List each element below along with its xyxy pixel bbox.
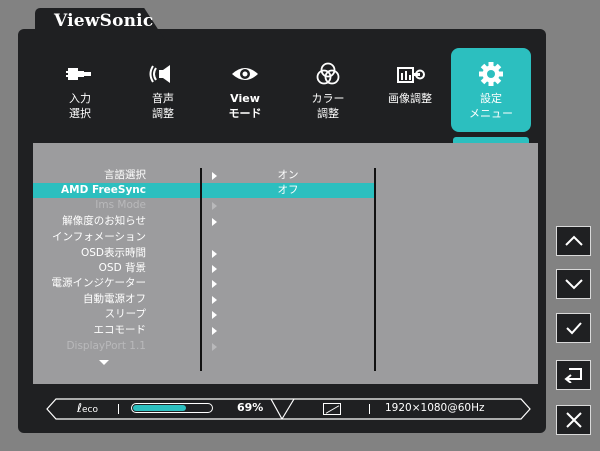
chevron-right-icon: [212, 327, 217, 335]
eco-progress-bar: [131, 403, 213, 413]
divider: [369, 404, 370, 414]
down-button[interactable]: [556, 269, 591, 299]
menu-item-language[interactable]: 言語選択: [33, 168, 217, 183]
chevron-right-icon: [212, 311, 217, 319]
column-divider: [200, 168, 202, 371]
resolution-readout: 1920×1080@60Hz: [385, 402, 485, 414]
tab-label: 音声 調整: [152, 92, 174, 120]
eco-progress-fill: [133, 405, 187, 411]
return-icon: [563, 368, 582, 383]
tab-label: カラー 調整: [311, 92, 345, 120]
tab-label: View モード: [228, 92, 262, 120]
option-label: オン: [277, 169, 299, 181]
menu-item-eco-mode[interactable]: エコモード: [33, 323, 217, 338]
tab-color-adjust[interactable]: カラー 調整: [288, 48, 368, 132]
eco-percent: 69%: [237, 401, 264, 414]
chevron-right-icon: [212, 296, 217, 304]
chevron-right-icon: [212, 280, 217, 288]
eye-icon: [205, 62, 285, 86]
chevron-down-icon: [564, 279, 583, 290]
tab-settings-menu[interactable]: 設定 メニュー: [451, 48, 531, 132]
image-adjust-icon: [370, 62, 450, 86]
tab-view-mode[interactable]: View モード: [205, 48, 285, 132]
chevron-right-icon: [212, 265, 217, 273]
close-button[interactable]: [556, 405, 591, 435]
eco-leaf-icon: ℓeco: [77, 401, 98, 415]
menu-item-sleep[interactable]: スリープ: [33, 307, 217, 322]
chevron-up-icon: [564, 235, 583, 246]
menu-item-auto-power-off[interactable]: 自動電源オフ: [33, 292, 217, 307]
divider: [118, 404, 119, 414]
chevron-right-icon: [212, 250, 217, 258]
menu-item-label: スリープ: [104, 308, 146, 320]
eco-label: eco: [81, 405, 98, 415]
menu-item-label: エコモード: [93, 324, 147, 336]
chevron-right-icon: [212, 202, 217, 210]
menu-item-label: 電源インジケーター: [51, 277, 147, 289]
menu-item-label: OSD 背景: [98, 262, 146, 274]
tab-label: 設定 メニュー: [469, 92, 513, 120]
tab-audio-adjust[interactable]: 音声 調整: [123, 48, 203, 132]
tab-label: 入力 選択: [69, 92, 91, 120]
menu-item-label: OSD表示時間: [80, 247, 146, 259]
menu-item-osd-background[interactable]: OSD 背景: [33, 261, 217, 276]
chevron-right-icon: [212, 218, 217, 226]
menu-item-label: 言語選択: [104, 169, 146, 181]
input-plug-icon: [40, 62, 120, 86]
option-on[interactable]: オン: [202, 168, 374, 183]
menu-item-label: AMD FreeSync: [61, 184, 146, 196]
close-icon: [565, 412, 582, 428]
check-icon: [565, 322, 582, 335]
menu-item-label: インフォメーション: [52, 231, 146, 243]
menu-item-label: 自動電源オフ: [83, 293, 146, 305]
return-button[interactable]: [556, 360, 591, 390]
menu-item-label: Ims Mode: [95, 199, 146, 211]
brand-logo: ViewSonic: [54, 11, 154, 31]
confirm-button[interactable]: [556, 313, 591, 343]
tab-image-adjust[interactable]: 画像調整: [370, 48, 450, 132]
speaker-icon: [123, 62, 203, 86]
menu-item-information[interactable]: インフォメーション: [33, 230, 200, 245]
menu-item-power-indicator[interactable]: 電源インジケーター: [33, 276, 217, 291]
column-divider: [374, 168, 376, 371]
menu-item-label: DisplayPort 1.1: [66, 340, 146, 352]
option-off[interactable]: オフ: [202, 183, 374, 198]
color-circles-icon: [288, 62, 368, 86]
aspect-ratio-icon: [323, 403, 341, 415]
tab-input-select[interactable]: 入力 選択: [40, 48, 120, 132]
scroll-down-icon[interactable]: [99, 360, 109, 365]
chevron-right-icon: [212, 343, 217, 351]
menu-item-amd-freesync[interactable]: AMD FreeSync: [33, 183, 217, 198]
tab-label: 画像調整: [388, 92, 432, 105]
menu-item-displayport: DisplayPort 1.1: [33, 339, 217, 354]
menu-item-osd-timeout[interactable]: OSD表示時間: [33, 246, 217, 261]
menu-item-resolution-notice[interactable]: 解像度のお知らせ: [33, 214, 217, 229]
menu-item-ims-mode: Ims Mode: [33, 198, 217, 213]
status-bar: ℓeco 69% 1920×1080@60Hz: [46, 398, 531, 420]
gear-icon: [451, 62, 531, 86]
up-button[interactable]: [556, 226, 591, 256]
menu-item-label: 解像度のお知らせ: [62, 215, 146, 227]
option-label: オフ: [277, 184, 299, 196]
